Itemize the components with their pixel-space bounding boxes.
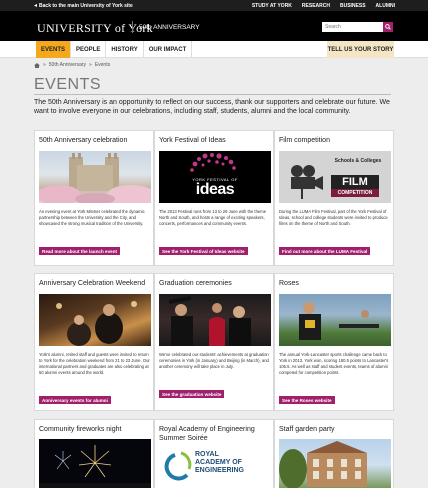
card-description: The annual York-Lancaster sports challen… [279, 352, 389, 375]
event-card-garden-party: Staff garden party [274, 419, 394, 488]
search-button[interactable] [383, 22, 393, 32]
breadcrumb-separator-icon: » [43, 62, 46, 68]
film-competition-image: Schools & Colleges FILM COMPETITION [279, 151, 391, 203]
film-image-main-text: FILM [342, 176, 368, 188]
intro-paragraph: The 50th Anniversary is an opportunity t… [34, 99, 390, 115]
card-description: An evening event at York Minster celebra… [39, 209, 145, 226]
breadcrumb-50th-anniversary[interactable]: 50th Anniversary [49, 62, 86, 68]
main-nav: EVENTS PEOPLE HISTORY OUR IMPACT [36, 41, 193, 58]
card-title: 50th Anniversary celebration [39, 137, 128, 144]
top-link-research[interactable]: RESEARCH [302, 3, 330, 9]
event-card-graduation: Graduation ceremonies We've celebrated o… [154, 273, 274, 411]
top-link-alumni[interactable]: ALUMNI [376, 3, 395, 9]
card-title: Film competition [279, 137, 330, 144]
card-title: Anniversary Celebration Weekend [39, 280, 146, 287]
event-card-film-competition: Film competition Schools & Colleges FILM… [274, 130, 394, 266]
nav-tab-people[interactable]: PEOPLE [71, 41, 107, 58]
back-arrow-icon: ◂ [34, 2, 38, 9]
main-nav-bar: EVENTS PEOPLE HISTORY OUR IMPACT TELL US… [0, 41, 428, 58]
logo-divider [132, 21, 133, 33]
nav-tab-history[interactable]: HISTORY [106, 41, 144, 58]
back-link-label: Back to the main University of York site [39, 3, 133, 9]
fireworks-photo [39, 439, 151, 488]
top-link-study[interactable]: STUDY AT YORK [252, 3, 292, 9]
breadcrumb: » 50th Anniversary » Events [34, 62, 110, 68]
card-description: York's alumni, retired staff and guests … [39, 352, 150, 375]
event-card-roses: Roses The annual York-Lancaster sports c… [274, 273, 394, 411]
card-title: Roses [279, 280, 299, 287]
graduation-photo [159, 294, 271, 346]
film-image-top-text: Schools & Colleges [334, 158, 382, 164]
home-icon[interactable] [34, 62, 40, 68]
search-input[interactable] [322, 22, 383, 32]
breadcrumb-events: Events [94, 62, 111, 68]
royal-academy-text-3: ENGINEERING [195, 467, 245, 474]
site-header: UNIVERSITY of York 50th ANNIVERSARY [0, 11, 428, 41]
section-title[interactable]: 50th ANNIVERSARY [139, 24, 200, 31]
event-card-royal-academy: Royal Academy of Engineering Summer Soir… [154, 419, 274, 488]
title-divider [34, 94, 391, 95]
film-image-sub-text: COMPETITION [337, 190, 373, 196]
card-title: Graduation ceremonies [159, 280, 232, 287]
search-icon [385, 24, 391, 30]
top-links: STUDY AT YORK RESEARCH BUSINESS ALUMNI [252, 3, 395, 9]
roses-website-button[interactable]: See the Roses website [279, 396, 335, 404]
festival-of-ideas-logo-image: YORK FESTIVAL OF ideas [159, 151, 271, 203]
graduation-website-button[interactable]: See the graduation website [159, 390, 225, 398]
card-description: We've celebrated our students' achieveme… [159, 352, 269, 369]
back-to-main-site-link[interactable]: ◂ Back to the main University of York si… [34, 2, 133, 10]
luma-festival-button[interactable]: Find out more about the LUMA Festival [279, 247, 371, 255]
royal-academy-logo-image: ROYAL ACADEMY OF ENGINEERING [159, 447, 271, 488]
card-description: During the LUMA Film Festival, part of t… [279, 209, 388, 226]
event-card-celebration-weekend: Anniversary Celebration Weekend York's a… [34, 273, 154, 411]
nav-tab-our-impact[interactable]: OUR IMPACT [144, 41, 193, 58]
top-bar: ◂ Back to the main University of York si… [0, 0, 428, 11]
nav-tab-events[interactable]: EVENTS [36, 41, 72, 58]
festival-website-button[interactable]: See the York Festival of Ideas website [159, 247, 248, 255]
event-card-50th-celebration: 50th Anniversary celebration An evening … [34, 130, 154, 266]
card-title: Royal Academy of Engineering Summer Soir… [159, 426, 255, 442]
royal-academy-text-1: ROYAL [195, 451, 219, 458]
event-card-fireworks: Community fireworks night [34, 419, 154, 488]
card-title: Staff garden party [279, 426, 335, 433]
celebration-weekend-photo [39, 294, 151, 346]
top-link-business[interactable]: BUSINESS [340, 3, 366, 9]
breadcrumb-separator-icon: » [89, 62, 92, 68]
card-title: York Festival of Ideas [159, 137, 226, 144]
roses-sports-photo [279, 294, 391, 346]
card-description: The 2013 Festival runs from 13 to 29 Jun… [159, 209, 267, 226]
garden-party-photo [279, 439, 391, 488]
festival-logo-main-text: ideas [195, 181, 235, 198]
event-card-festival-of-ideas: York Festival of Ideas YORK FESTIVAL OF … [154, 130, 274, 266]
university-logo[interactable]: UNIVERSITY of York [37, 21, 153, 36]
royal-academy-text-2: ACADEMY OF [195, 459, 242, 466]
card-title: Community fireworks night [39, 426, 122, 433]
tell-us-your-story-button[interactable]: TELL US YOUR STORY [327, 41, 394, 58]
launch-event-button[interactable]: Read more about the launch event [39, 247, 121, 255]
alumni-events-button[interactable]: Anniversary events for alumni [39, 396, 111, 404]
york-minster-photo [39, 151, 151, 203]
page-title: EVENTS [34, 76, 102, 93]
